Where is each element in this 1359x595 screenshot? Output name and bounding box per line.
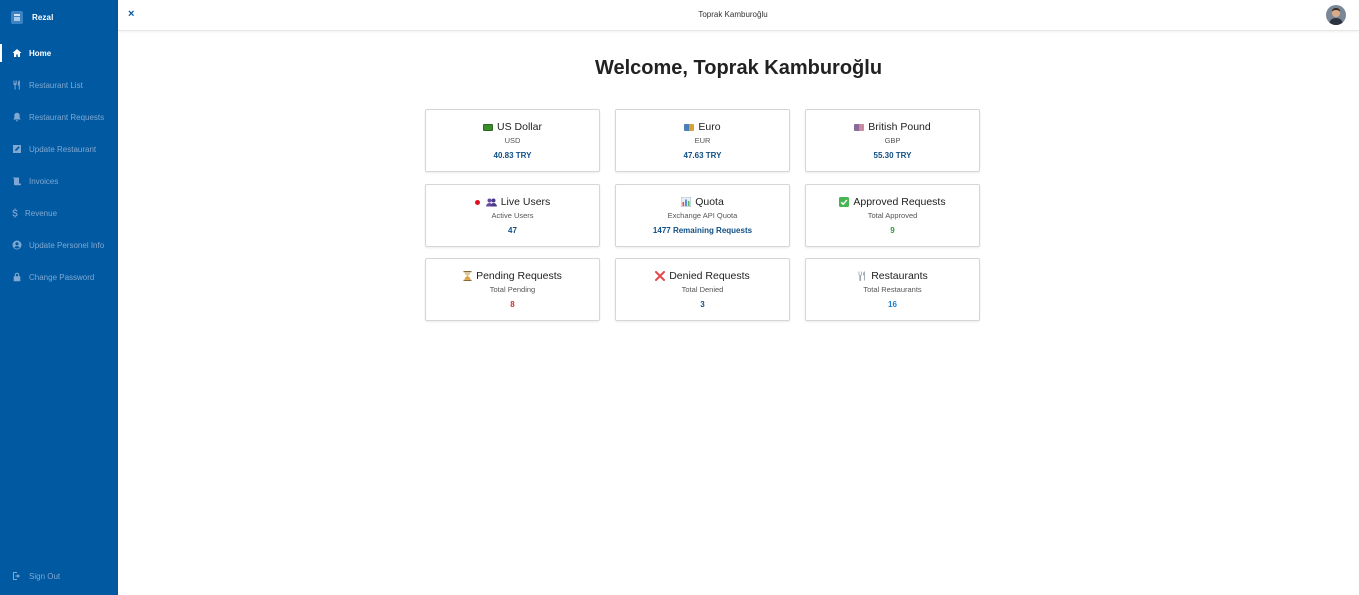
utensils-icon [11,79,23,91]
card-value: 1477 Remaining Requests [652,226,753,235]
sign-out-icon [11,570,23,582]
card-title: Pending Requests [476,270,562,282]
bar-chart-icon [681,197,692,207]
card-value: 9 [890,226,895,235]
bell-icon [11,111,23,123]
hourglass-icon [463,271,472,281]
brand-name: Rezal [32,12,54,22]
sidebar-item-revenue[interactable]: Revenue [0,204,118,222]
sidebar-item-label: Update Restaurant [29,144,97,154]
card-subtitle: Exchange API Quota [667,211,738,220]
sidebar-item-restaurant-list[interactable]: Restaurant List [0,76,118,94]
card-value: 3 [700,300,705,309]
brand-logo-icon [11,10,23,24]
lock-icon [11,271,23,283]
card-title: Restaurants [871,270,928,282]
card-subtitle: Total Restaurants [863,285,922,294]
card-quota: Quota Exchange API Quota 1477 Remaining … [615,184,790,247]
sidebar-item-label: Home [29,48,52,58]
card-subtitle: Total Pending [489,285,536,294]
card-value: 16 [888,300,897,309]
sidebar: Rezal Home Restaurant List Restaurant Re… [0,0,118,595]
card-title: US Dollar [497,121,542,133]
check-icon [839,197,850,207]
page-title: Welcome, Toprak Kamburoğlu [594,57,883,79]
card-approved-requests: Approved Requests Total Approved 9 [805,184,980,247]
card-subtitle: GBP [884,136,901,145]
sidebar-item-label: Revenue [25,208,58,218]
card-live-users: Live Users Active Users 47 [425,184,600,247]
card-title: Euro [698,121,721,133]
topbar-title: Toprak Kamburoğlu [698,10,768,19]
dollar-icon [9,207,21,219]
sign-out-button[interactable]: Sign Out [0,567,118,585]
eu-flag-icon [684,123,695,131]
card-title: Live Users [500,196,551,208]
card-subtitle: Active Users [491,211,534,220]
card-title: Quota [695,196,724,208]
sidebar-item-label: Change Password [29,272,95,282]
cross-icon [655,271,666,281]
card-british-pound: British Pound GBP 55.30 TRY [805,109,980,172]
card-value: 47.63 TRY [683,151,722,160]
card-euro: Euro EUR 47.63 TRY [615,109,790,172]
home-icon [11,47,23,59]
sidebar-item-update-personel-info[interactable]: Update Personel Info [0,236,118,254]
card-denied-requests: Denied Requests Total Denied 3 [615,258,790,321]
card-pending-requests: Pending Requests Total Pending 8 [425,258,600,321]
card-us-dollar: US Dollar USD 40.83 TRY [425,109,600,172]
receipt-icon [11,175,23,187]
card-value: 47 [508,226,517,235]
user-circle-icon [11,239,23,251]
card-title: Approved Requests [853,196,946,208]
sidebar-item-home[interactable]: Home [0,44,118,62]
uk-flag-icon [854,123,865,131]
topbar: × Toprak Kamburoğlu [118,0,1359,31]
card-title: British Pound [868,121,931,133]
sidebar-item-change-password[interactable]: Change Password [0,268,118,286]
sign-out-label: Sign Out [29,571,61,581]
fork-knife-icon [858,271,866,281]
live-dot-icon [474,199,480,205]
card-value: 55.30 TRY [873,151,912,160]
edit-icon [11,143,23,155]
card-value: 8 [510,300,515,309]
avatar[interactable] [1326,5,1346,25]
avatar-image [1326,5,1346,25]
card-subtitle: USD [504,136,521,145]
sidebar-item-update-restaurant[interactable]: Update Restaurant [0,140,118,158]
sidebar-item-label: Restaurant List [29,80,83,90]
card-restaurants: Restaurants Total Restaurants 16 [805,258,980,321]
sidebar-item-label: Update Personel Info [29,240,105,250]
sidebar-item-label: Restaurant Requests [29,112,105,122]
us-flag-icon [483,123,494,131]
card-subtitle: Total Approved [867,211,918,220]
sidebar-item-label: Invoices [29,176,59,186]
card-subtitle: Total Denied [681,285,724,294]
card-value: 40.83 TRY [493,151,532,160]
card-subtitle: EUR [694,136,711,145]
sidebar-item-restaurant-requests[interactable]: Restaurant Requests [0,108,118,126]
card-title: Denied Requests [669,270,750,282]
users-icon [485,198,497,206]
sidebar-item-invoices[interactable]: Invoices [0,172,118,190]
brand[interactable]: Rezal [11,9,53,25]
